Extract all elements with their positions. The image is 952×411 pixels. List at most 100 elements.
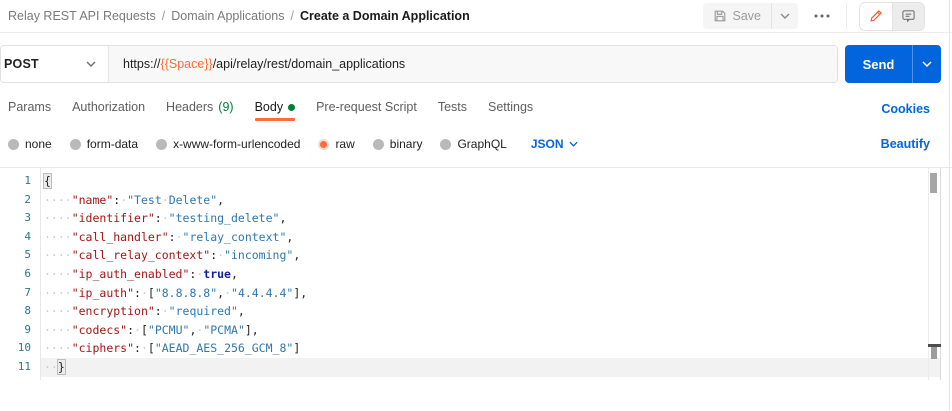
tab-params[interactable]: Params [8, 96, 51, 121]
body-mode-raw[interactable]: raw [318, 137, 354, 151]
mode-label: x-www-form-urlencoded [173, 137, 300, 151]
line-number: 5 [0, 246, 40, 265]
token-ws: ·· [44, 360, 58, 374]
token-punct: , [217, 193, 224, 207]
line-number: 11 [0, 358, 40, 377]
code-content: { [40, 172, 940, 191]
tab-label: Authorization [72, 100, 145, 114]
tab-body[interactable]: Body [255, 96, 296, 121]
chevron-down-icon [86, 61, 96, 67]
save-button-group: Save [703, 3, 799, 29]
breadcrumb-separator: / [162, 9, 165, 23]
token-punct: ], [293, 286, 307, 300]
code-content: ····"codecs":·["PCMU",·"PCMA"], [40, 321, 940, 340]
code-line: 7····"ip_auth":·["8.8.8.8",·"4.4.4.4"], [0, 284, 940, 303]
tab-authorization[interactable]: Authorization [72, 96, 145, 121]
body-mode-binary[interactable]: binary [373, 137, 423, 151]
token-key: "name" [72, 193, 114, 207]
token-str: "4.4.4.4" [231, 286, 293, 300]
token-key: "identifier" [72, 211, 155, 225]
token-punct: , [238, 304, 245, 318]
line-number: 9 [0, 321, 40, 340]
cookies-link[interactable]: Cookies [881, 102, 930, 116]
token-ws: · [162, 304, 169, 318]
header-bar: Relay REST API Requests / Domain Applica… [0, 0, 952, 33]
code-line: 4····"call_handler":·"relay_context", [0, 228, 940, 247]
comments-button[interactable] [892, 3, 924, 30]
send-button[interactable]: Send [845, 45, 912, 83]
token-ws: · [141, 286, 148, 300]
tab-count-badge: (9) [218, 100, 233, 114]
tab-label: Settings [488, 100, 533, 114]
token-ws: ···· [44, 323, 72, 337]
token-punct: [ [148, 341, 155, 355]
request-editor-page: Relay REST API Requests / Domain Applica… [0, 0, 952, 411]
documentation-edit-button[interactable] [860, 3, 892, 30]
radio-icon [440, 139, 451, 150]
breadcrumb-request-name[interactable]: Create a Domain Application [300, 9, 470, 23]
tab-settings[interactable]: Settings [488, 96, 533, 121]
chevron-down-icon [922, 61, 932, 67]
token-ws: ···· [44, 248, 72, 262]
request-tabs-row: Params Authorization Headers(9) Body Pre-req… [0, 95, 952, 122]
language-selector[interactable]: JSON [531, 137, 578, 151]
save-options-button[interactable] [771, 3, 798, 29]
breadcrumb-folder[interactable]: Domain Applications [171, 9, 284, 23]
url-input[interactable]: https://{{Space}}/api/relay/rest/domain_… [108, 46, 837, 82]
more-options-button[interactable] [810, 14, 834, 18]
breadcrumb-collection[interactable]: Relay REST API Requests [8, 9, 156, 23]
token-brace: } [58, 360, 65, 374]
token-ws: · [141, 341, 148, 355]
code-content: ··} [40, 358, 940, 377]
page-right-border [949, 0, 950, 411]
token-ws: ···· [44, 193, 72, 207]
code-line: 1{ [0, 172, 940, 191]
line-number: 6 [0, 265, 40, 284]
mode-label: none [25, 137, 52, 151]
token-ws: ···· [44, 341, 72, 355]
token-ws: ···· [44, 304, 72, 318]
body-mode-form-data[interactable]: form-data [70, 137, 138, 151]
save-button[interactable]: Save [703, 3, 772, 29]
tab-pre-request-script[interactable]: Pre-request Script [316, 96, 417, 121]
radio-icon [70, 139, 81, 150]
send-options-button[interactable] [912, 45, 941, 83]
token-punct: , [286, 230, 293, 244]
line-number: 7 [0, 284, 40, 303]
token-ws: ···· [44, 230, 72, 244]
json-body-editor[interactable]: 1{2····"name":·"Test·Delete",3····"ident… [0, 167, 952, 411]
token-str: "PCMA" [203, 323, 245, 337]
token-ws: ···· [44, 267, 72, 281]
scrollbar-thumb[interactable] [930, 173, 937, 193]
method-selector[interactable]: POST [1, 46, 108, 82]
send-button-group: Send [845, 45, 941, 83]
body-mode-x-www-form-urlencoded[interactable]: x-www-form-urlencoded [156, 137, 300, 151]
token-punct: [ [148, 286, 155, 300]
url-prefix: https:// [123, 57, 161, 71]
body-mode-graphql[interactable]: GraphQL [440, 137, 506, 151]
token-ws: · [134, 323, 141, 337]
token-key: "ip_auth" [72, 286, 134, 300]
editor-right-border [940, 168, 941, 380]
modified-dot [288, 104, 295, 111]
token-punct: [ [141, 323, 148, 337]
token-key: "codecs" [72, 323, 127, 337]
token-ws: ···· [44, 286, 72, 300]
sidebar-toggle-group [859, 2, 925, 31]
tab-tests[interactable]: Tests [438, 96, 467, 121]
code-line: 11··} [0, 358, 940, 377]
breadcrumb-separator: / [291, 9, 294, 23]
body-mode-none[interactable]: none [8, 137, 52, 151]
tab-headers[interactable]: Headers(9) [166, 96, 234, 121]
token-str: "PCMU" [148, 323, 190, 337]
line-number: 10 [0, 339, 40, 358]
line-number: 8 [0, 302, 40, 321]
token-str: "incoming" [224, 248, 293, 262]
save-button-label: Save [733, 9, 762, 23]
method-url-group: POST https://{{Space}}/api/relay/rest/do… [0, 45, 838, 83]
code-content: ····"call_handler":·"relay_context", [40, 228, 940, 247]
beautify-link[interactable]: Beautify [881, 137, 930, 151]
line-number: 1 [0, 172, 40, 191]
code-content: ····"name":·"Test·Delete", [40, 191, 940, 210]
scrollbar-bottom-marker[interactable] [931, 347, 937, 359]
